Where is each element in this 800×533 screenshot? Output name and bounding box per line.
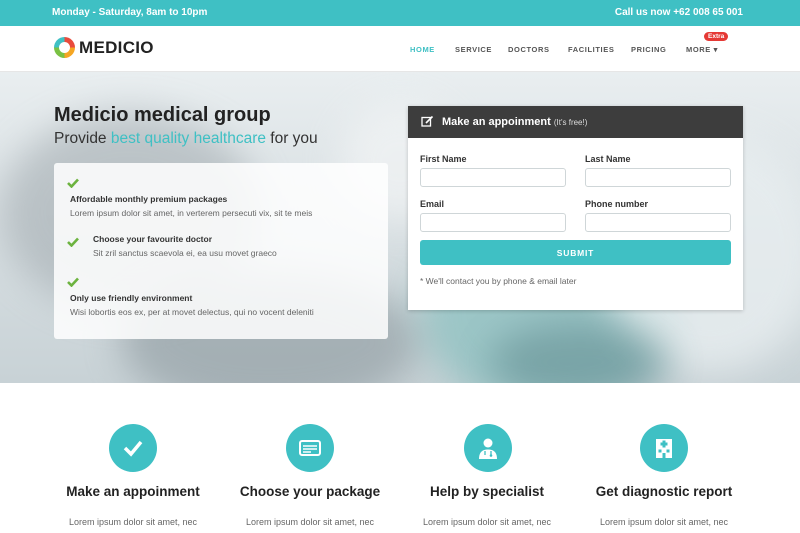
service-title: Make an appoinment (66, 484, 200, 499)
logo-ring-icon (54, 37, 75, 58)
doctor-icon[interactable] (464, 424, 512, 472)
subtitle-prefix: Provide (54, 130, 111, 147)
first-name-label: First Name (420, 154, 467, 164)
check-icon (67, 237, 79, 247)
submit-button[interactable]: SUBMIT (420, 240, 731, 265)
top-info-bar: Monday - Saturday, 8am to 10pm Call us n… (0, 0, 800, 26)
last-name-label: Last Name (585, 154, 631, 164)
hero-title: Medicio medical group (54, 104, 271, 126)
nav-more-dropdown[interactable]: MORE ▾ (686, 45, 718, 54)
phone-number-label: Phone number (585, 199, 649, 209)
feature-description: Sit zril sanctus scaevola ei, ea usu mov… (93, 248, 277, 258)
brand-name: MEDICIO (79, 37, 154, 57)
main-navbar: MEDICIO HOME SERVICE DOCTORS FACILITIES … (0, 26, 800, 72)
subtitle-suffix: for you (265, 130, 318, 147)
nav-service[interactable]: SERVICE (455, 45, 492, 54)
appointment-form-title: Make an appoinment (It's free!) (442, 116, 587, 128)
email-label: Email (420, 199, 445, 209)
feature-title: Only use friendly environment (70, 293, 193, 303)
feature-description: Wisi lobortis eos ex, per at movet delec… (70, 307, 314, 317)
hero-subtitle: Provide best quality healthcare for you (54, 130, 318, 148)
check-icon[interactable] (109, 424, 157, 472)
service-title: Help by specialist (429, 484, 545, 499)
subtitle-highlight: best quality healthcare (110, 130, 266, 147)
opening-hours: Monday - Saturday, 8am to 10pm (52, 7, 208, 18)
hospital-icon[interactable] (640, 424, 688, 472)
phone-number-field[interactable] (585, 213, 731, 232)
edit-icon (421, 115, 434, 127)
feature-title: Choose your favourite doctor (93, 234, 213, 244)
features-box: Affordable monthly premium packages Lore… (54, 163, 388, 339)
feature-description: Lorem ipsum dolor sit amet, in verterem … (70, 208, 313, 218)
appointment-title-text: Make an appoinment (442, 116, 551, 128)
service-text: Lorem ipsum dolor sit amet, nec (422, 517, 552, 527)
call-us-phone[interactable]: Call us now +62 008 65 001 (615, 7, 743, 18)
contact-note: * We'll contact you by phone & email lat… (420, 276, 577, 286)
service-text: Lorem ipsum dolor sit amet, nec (599, 517, 729, 527)
feature-title: Affordable monthly premium packages (70, 194, 228, 204)
check-icon (67, 178, 79, 188)
nav-doctors[interactable]: DOCTORS (508, 45, 550, 54)
nav-home[interactable]: HOME (410, 45, 435, 54)
service-title: Choose your package (239, 484, 381, 499)
appointment-form: Make an appoinment (It's free!) First Na… (408, 106, 743, 310)
check-icon (67, 277, 79, 287)
card-icon[interactable] (286, 424, 334, 472)
brand-logo[interactable]: MEDICIO (54, 37, 154, 58)
nav-facilities[interactable]: FACILITIES (568, 45, 614, 54)
extra-badge: Extra (704, 32, 729, 41)
service-text: Lorem ipsum dolor sit amet, nec (245, 517, 375, 527)
nav-pricing[interactable]: PRICING (631, 45, 666, 54)
service-text: Lorem ipsum dolor sit amet, nec (68, 517, 198, 527)
first-name-field[interactable] (420, 168, 566, 187)
appointment-form-header: Make an appoinment (It's free!) (408, 106, 743, 138)
service-title: Get diagnostic report (595, 484, 733, 499)
email-field[interactable] (420, 213, 566, 232)
last-name-field[interactable] (585, 168, 731, 187)
appointment-free-note: (It's free!) (553, 118, 588, 127)
